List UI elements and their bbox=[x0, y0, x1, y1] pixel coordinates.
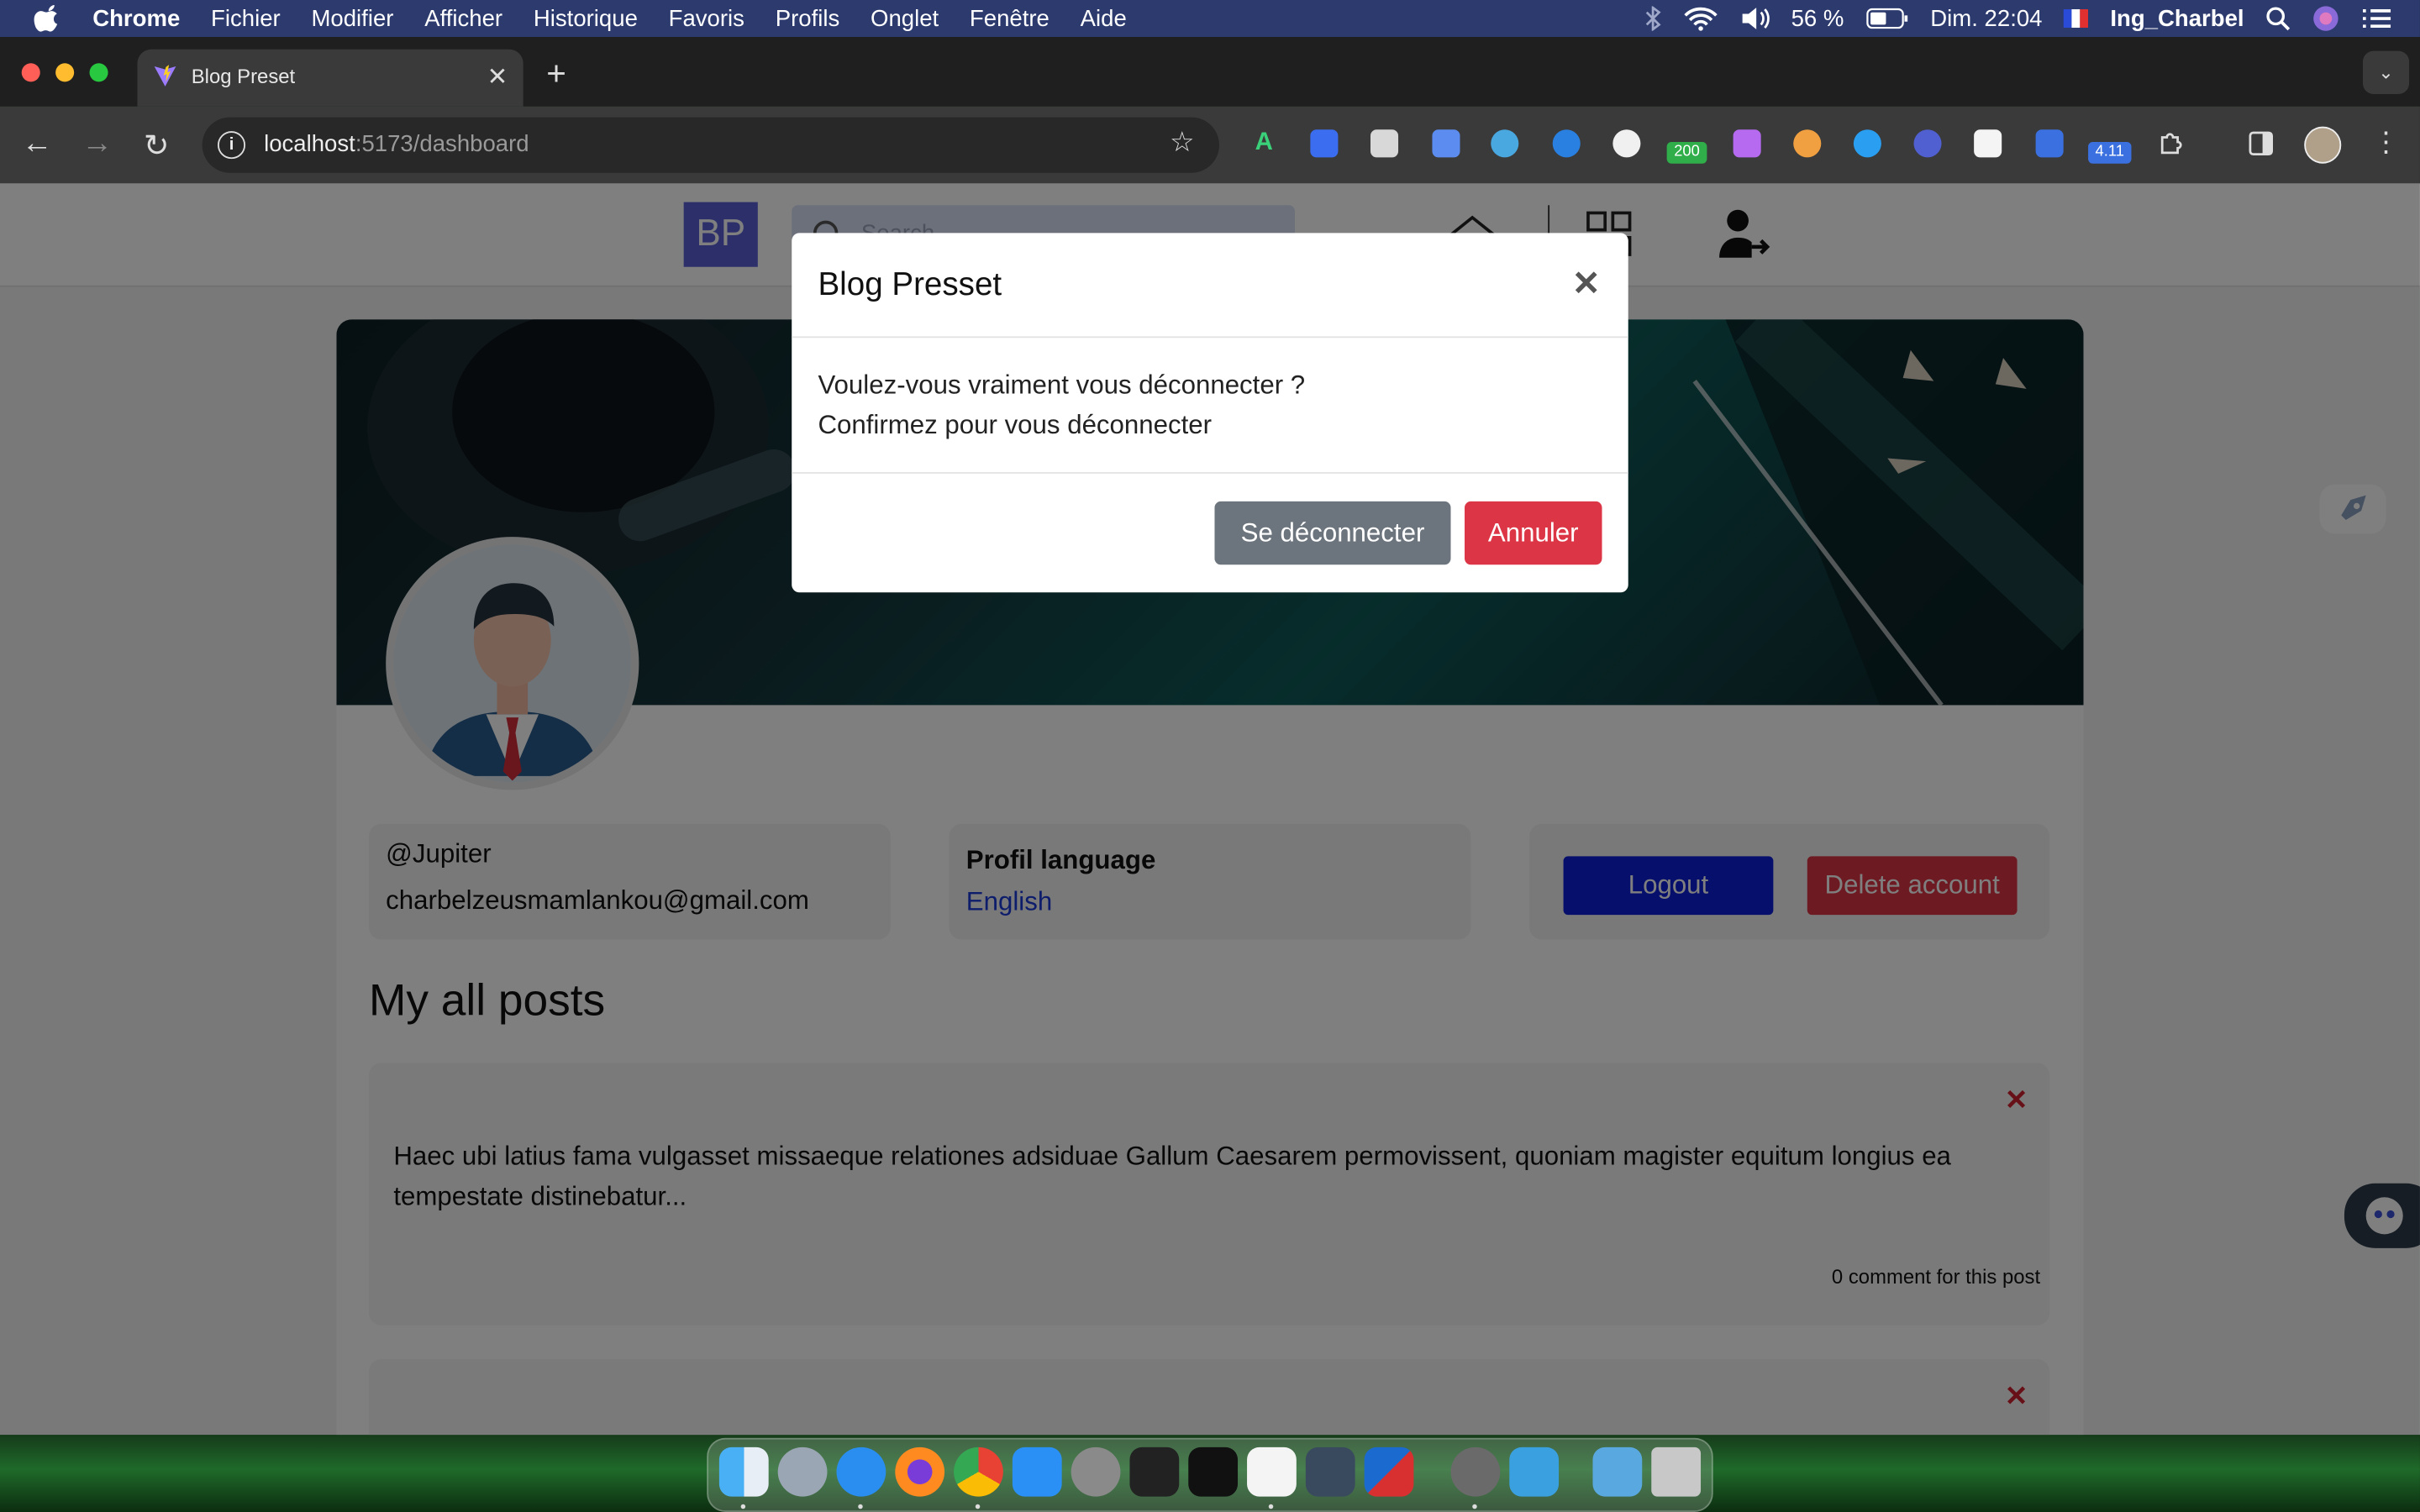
web-page: BP Search bbox=[0, 183, 2420, 1436]
menu-afficher[interactable]: Afficher bbox=[424, 5, 502, 31]
menu-favoris[interactable]: Favoris bbox=[669, 5, 744, 31]
tab-search-button[interactable]: ⌄ bbox=[2362, 50, 2410, 95]
extension-icon-9[interactable] bbox=[1793, 129, 1822, 158]
browser-menu-icon[interactable]: ⋮ bbox=[2372, 127, 2400, 160]
extension-icon-4[interactable] bbox=[1432, 129, 1460, 158]
control-center-icon[interactable] bbox=[2361, 6, 2392, 30]
extensions-puzzle-icon[interactable] bbox=[2158, 129, 2186, 157]
extension-icon-7[interactable] bbox=[1612, 129, 1641, 158]
menu-modifier[interactable]: Modifier bbox=[311, 5, 393, 31]
siri-icon[interactable] bbox=[2312, 5, 2339, 33]
volume-icon[interactable] bbox=[1739, 6, 1770, 30]
modal-header-divider bbox=[792, 336, 1628, 339]
running-indicator bbox=[975, 1504, 981, 1509]
terminal-icon[interactable] bbox=[1129, 1446, 1180, 1497]
extension-badge-411[interactable]: 4.11 bbox=[2088, 141, 2132, 164]
downloads-folder-icon[interactable] bbox=[1592, 1446, 1643, 1497]
browser-tab-active[interactable]: Blog Preset ✕ bbox=[137, 49, 523, 107]
reload-icon[interactable]: ↻ bbox=[144, 127, 170, 165]
running-indicator bbox=[1268, 1504, 1274, 1509]
launchpad-icon[interactable] bbox=[777, 1446, 828, 1497]
macos-dock bbox=[707, 1437, 1713, 1512]
bluetooth-icon[interactable] bbox=[1643, 6, 1661, 31]
running-indicator bbox=[858, 1504, 863, 1509]
menu-onglet[interactable]: Onglet bbox=[871, 5, 939, 31]
extension-icon-8[interactable] bbox=[1733, 129, 1761, 158]
app-store-icon[interactable] bbox=[1012, 1446, 1062, 1497]
migrate-icon[interactable] bbox=[1509, 1446, 1560, 1497]
confirm-logout-button[interactable]: Se déconnecter bbox=[1214, 501, 1451, 565]
menu-app-name[interactable]: Chrome bbox=[92, 5, 180, 31]
iterm-icon[interactable] bbox=[1188, 1446, 1239, 1497]
apple-icon[interactable] bbox=[34, 5, 61, 33]
firefox-icon[interactable] bbox=[895, 1446, 945, 1497]
extension-icon-6[interactable] bbox=[1552, 129, 1581, 158]
bookmark-star-icon[interactable]: ☆ bbox=[1170, 127, 1195, 160]
browser-tab-title: Blog Preset bbox=[191, 65, 296, 88]
vscode-icon[interactable] bbox=[1247, 1446, 1297, 1497]
menu-aide[interactable]: Aide bbox=[1081, 5, 1127, 31]
france-flag-icon[interactable] bbox=[2064, 9, 2089, 29]
safari-icon[interactable] bbox=[836, 1446, 886, 1497]
logout-confirm-modal: Blog Presset ✕ Voulez-vous vraiment vous… bbox=[792, 233, 1628, 593]
chrome-icon[interactable] bbox=[954, 1446, 1003, 1497]
modal-message: Voulez-vous vraiment vous déconnecter ? bbox=[818, 370, 1306, 400]
wifi-icon[interactable] bbox=[1683, 6, 1717, 31]
extension-icon-5[interactable] bbox=[1491, 129, 1519, 158]
side-panel-icon[interactable] bbox=[2247, 129, 2275, 157]
window-zoom-button[interactable] bbox=[89, 63, 108, 82]
menubar-clock[interactable]: Dim. 22:04 bbox=[1930, 5, 2042, 31]
sequel-ace-icon[interactable] bbox=[1450, 1446, 1501, 1497]
modal-title: Blog Presset bbox=[818, 266, 1002, 302]
menu-fenetre[interactable]: Fenêtre bbox=[970, 5, 1050, 31]
site-info-icon[interactable]: i bbox=[217, 131, 246, 160]
window-close-button[interactable] bbox=[21, 63, 40, 82]
address-bar-url[interactable]: localhost:5173/dashboard bbox=[264, 131, 529, 157]
address-bar[interactable]: i localhost:5173/dashboard ☆ bbox=[202, 117, 1219, 173]
extension-icon-11[interactable] bbox=[1913, 129, 1942, 158]
vite-favicon-icon bbox=[154, 65, 176, 87]
modal-footer-divider bbox=[792, 472, 1628, 474]
finder-icon[interactable] bbox=[718, 1446, 769, 1497]
running-indicator bbox=[1472, 1504, 1477, 1509]
spotlight-search-icon[interactable] bbox=[2265, 6, 2291, 31]
filezilla-icon[interactable] bbox=[1364, 1446, 1414, 1497]
menubar-user[interactable]: Ing_Charbel bbox=[2110, 5, 2244, 31]
extension-badge-200[interactable]: 200 bbox=[1666, 141, 1707, 164]
close-tab-icon[interactable]: ✕ bbox=[487, 61, 508, 92]
menu-historique[interactable]: Historique bbox=[534, 5, 638, 31]
cancel-button[interactable]: Annuler bbox=[1465, 501, 1602, 565]
battery-icon[interactable] bbox=[1865, 8, 1908, 29]
trash-icon[interactable] bbox=[1651, 1446, 1702, 1497]
running-indicator bbox=[740, 1504, 746, 1509]
menu-fichier[interactable]: Fichier bbox=[211, 5, 281, 31]
extension-icon-2[interactable] bbox=[1310, 129, 1339, 158]
menu-profils[interactable]: Profils bbox=[776, 5, 840, 31]
menubar-status-area: 56 % Dim. 22:04 Ing_Charbel bbox=[1643, 0, 2420, 37]
battery-percent: 56 % bbox=[1791, 5, 1844, 32]
back-arrow-icon[interactable]: ← bbox=[22, 127, 53, 162]
telegram-icon[interactable] bbox=[1305, 1446, 1355, 1497]
extension-icon-1[interactable]: A bbox=[1250, 129, 1278, 157]
macos-menubar: Chrome Fichier Modifier Afficher Histori… bbox=[0, 0, 2420, 38]
close-modal-icon[interactable]: ✕ bbox=[1572, 264, 1601, 304]
forward-arrow-icon[interactable]: → bbox=[82, 127, 113, 162]
profile-avatar[interactable] bbox=[2304, 126, 2342, 164]
modal-submessage: Confirmez pour vous déconnecter bbox=[818, 410, 1213, 440]
new-tab-button[interactable]: + bbox=[546, 54, 566, 94]
window-minimize-button[interactable] bbox=[55, 63, 75, 82]
extension-icon-12[interactable] bbox=[1974, 129, 2002, 158]
extension-icon-10[interactable] bbox=[1853, 129, 1881, 158]
extension-icon-13[interactable] bbox=[2035, 129, 2064, 158]
system-settings-icon[interactable] bbox=[1071, 1446, 1121, 1497]
extension-icon-3[interactable] bbox=[1370, 129, 1399, 158]
